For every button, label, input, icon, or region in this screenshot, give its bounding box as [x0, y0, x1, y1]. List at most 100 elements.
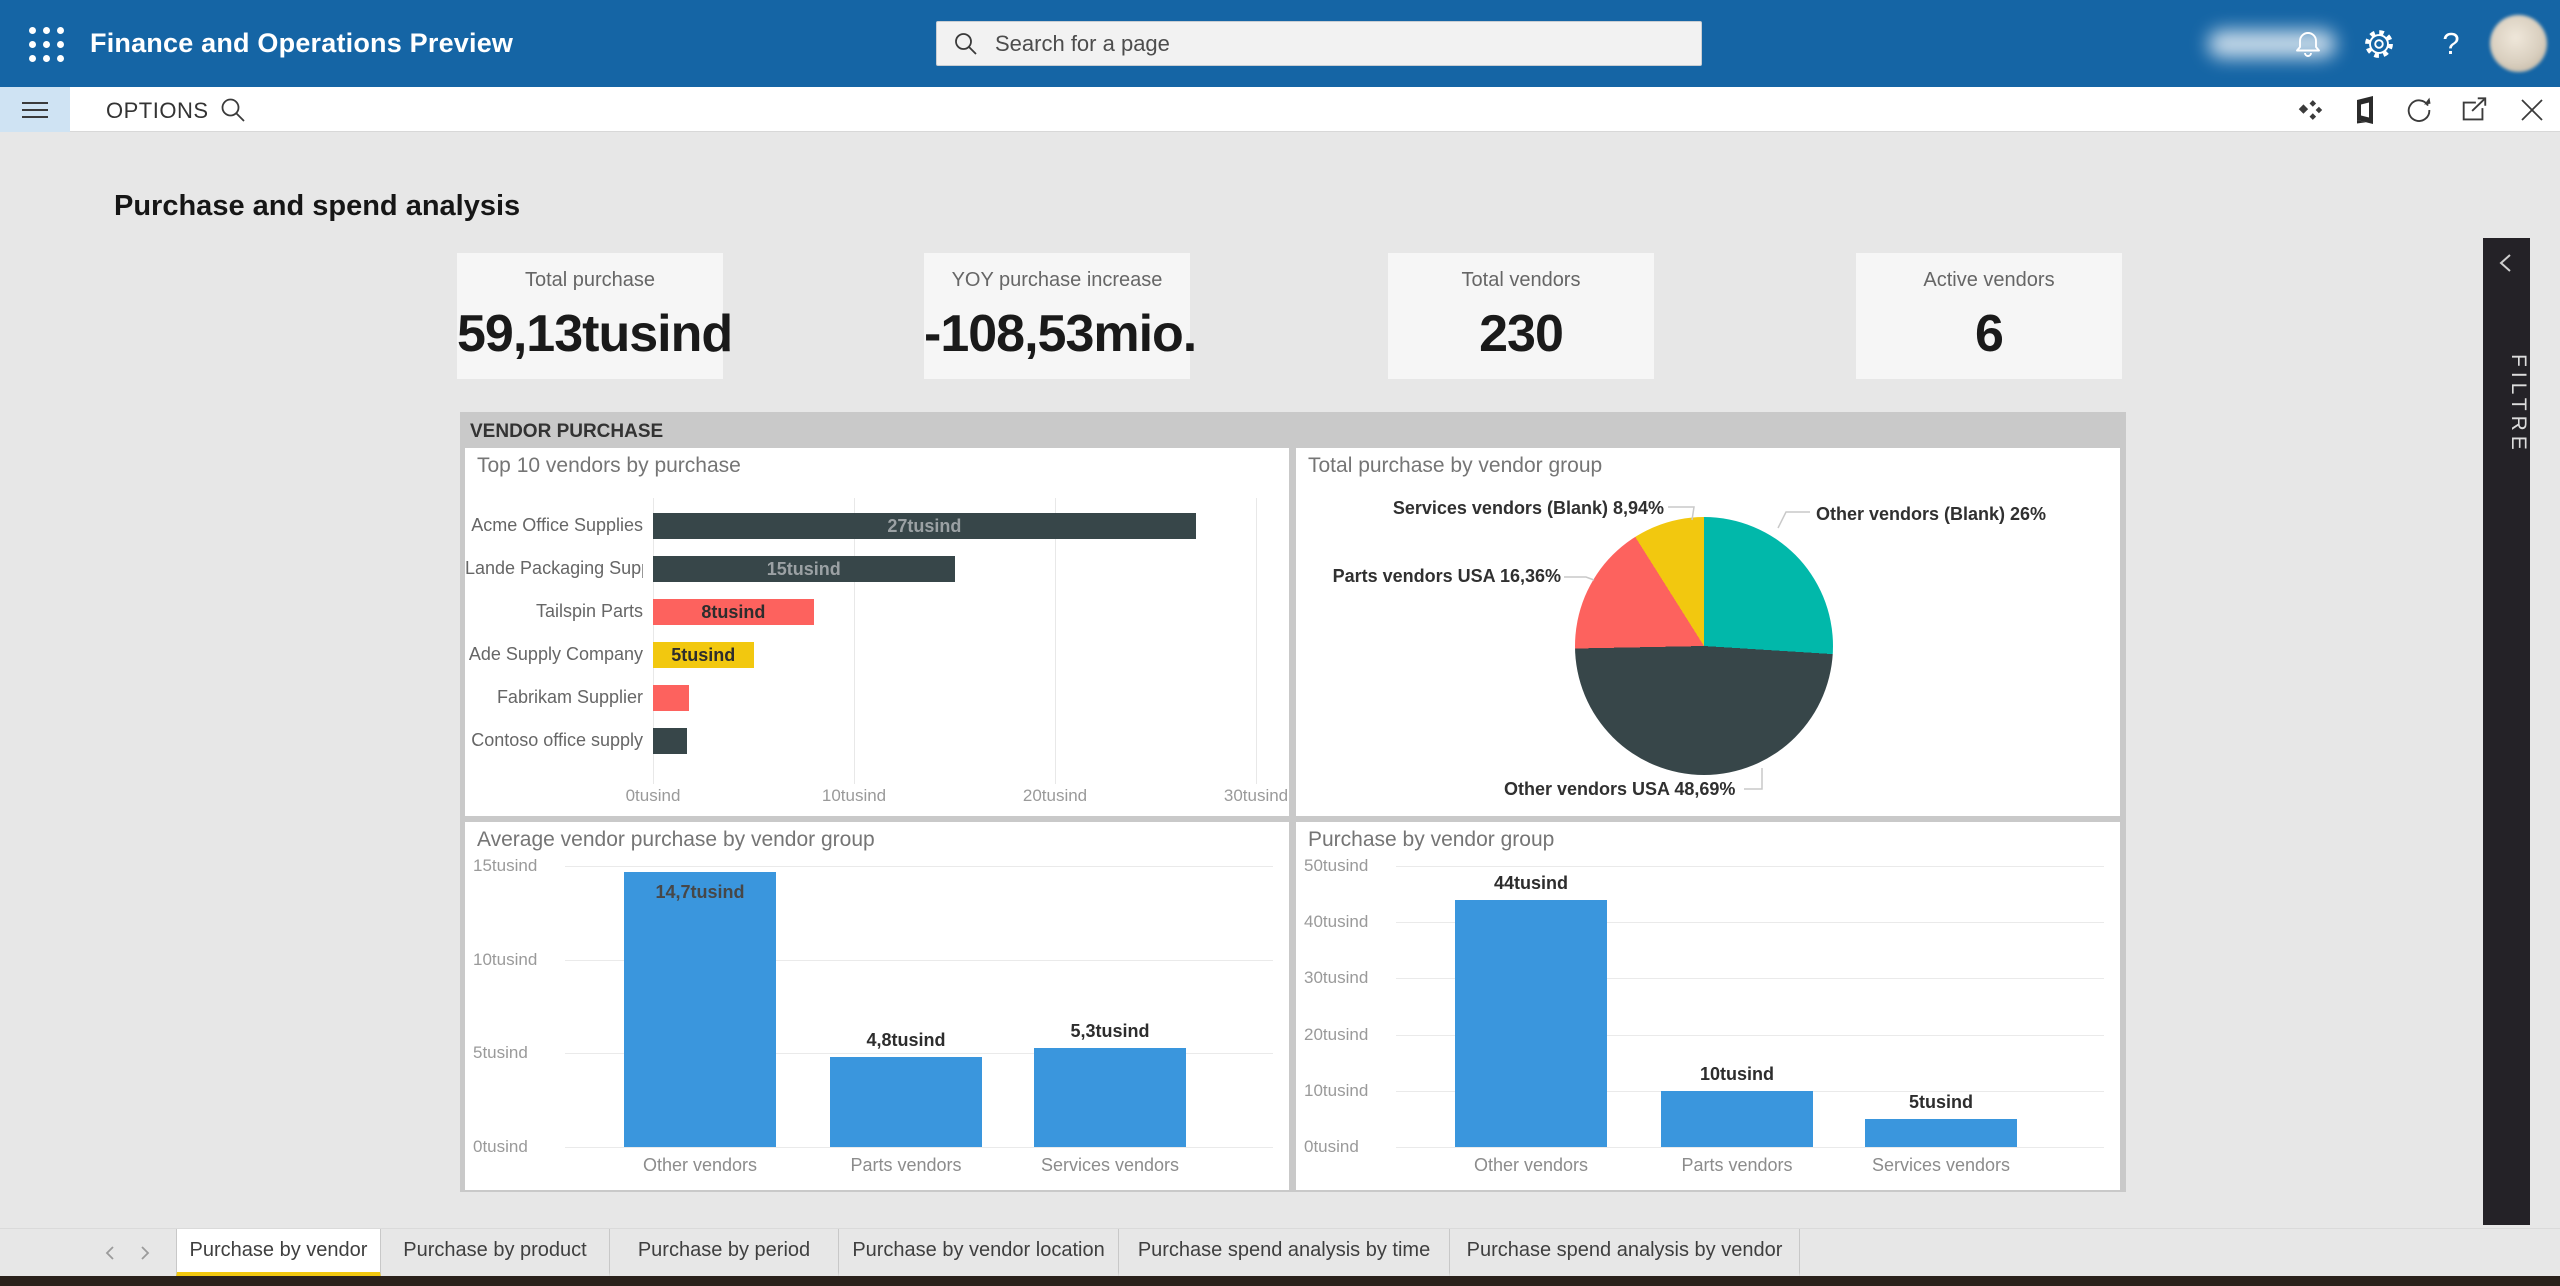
- bar-other-vendors[interactable]: [1455, 900, 1607, 1147]
- office-logo-icon: [2349, 94, 2379, 126]
- category-label: Other vendors: [1421, 1155, 1641, 1176]
- search-icon: [953, 31, 979, 57]
- tab-strip: Purchase by vendorPurchase by productPur…: [176, 1229, 1800, 1277]
- chart-total-purchase-by-vendor-group: Total purchase by vendor group Other ven…: [1296, 448, 2120, 816]
- refresh-button[interactable]: [2398, 90, 2440, 130]
- x-axis-tick: 30tusind: [1196, 786, 1289, 806]
- kpi-value: 6: [1856, 304, 2122, 364]
- y-axis-tick: 20tusind: [1304, 1025, 1394, 1045]
- pie-label-other-vendors-blank-26-: Other vendors (Blank) 26%: [1816, 504, 2046, 525]
- chart-top10-vendors: Top 10 vendors by purchase 0tusind10tusi…: [465, 448, 1289, 816]
- x-axis-tick: 10tusind: [794, 786, 914, 806]
- options-menu[interactable]: OPTIONS: [100, 87, 215, 132]
- kpi-card-total-vendors[interactable]: Total vendors 230: [1388, 253, 1654, 379]
- y-axis-tick: 50tusind: [1304, 856, 1394, 876]
- pie-chart[interactable]: [1575, 517, 1833, 775]
- kpi-value: -108,53mio.: [924, 304, 1190, 364]
- open-in-new-window-button[interactable]: [2453, 90, 2495, 130]
- pie-label-other-vendors-usa-48-69-: Other vendors USA 48,69%: [1504, 779, 1735, 800]
- chevron-left-icon: [103, 1244, 117, 1262]
- refresh-icon: [2404, 94, 2434, 126]
- bar-parts-vendors[interactable]: [1661, 1091, 1813, 1147]
- app-launcher-button[interactable]: [16, 14, 76, 74]
- command-search-button[interactable]: [212, 90, 254, 130]
- category-label: Parts vendors: [796, 1155, 1016, 1176]
- kpi-label: Active vendors: [1856, 269, 2122, 292]
- chart-plot: 0tusind5tusind10tusind15tusind14,7tusind…: [465, 822, 1289, 1190]
- bar-fabrikam-supplier[interactable]: [653, 685, 689, 711]
- bar-other-vendors[interactable]: [624, 872, 776, 1147]
- bar-value-label: 5tusind: [653, 645, 754, 666]
- settings-button[interactable]: [2356, 21, 2402, 67]
- close-button[interactable]: [2511, 90, 2553, 130]
- y-axis-tick: 10tusind: [1304, 1081, 1394, 1101]
- bar-value-label: 27tusind: [653, 516, 1196, 537]
- bar-value-label: 4,8tusind: [806, 1030, 1006, 1051]
- tab-purchase-by-period[interactable]: Purchase by period: [610, 1229, 839, 1277]
- gridline: [1396, 866, 2104, 867]
- command-bar: OPTIONS: [0, 87, 2560, 132]
- category-label: Fabrikam Supplier: [465, 687, 643, 708]
- office-app-button[interactable]: [2343, 90, 2385, 130]
- toolbar-search-icon: [219, 96, 247, 124]
- bar-services-vendors[interactable]: [1865, 1119, 2017, 1147]
- tab-purchase-by-vendor[interactable]: Purchase by vendor: [176, 1229, 381, 1277]
- chart-plot: Other vendors (Blank) 26% Other vendors U…: [1296, 448, 2120, 816]
- bar-parts-vendors[interactable]: [830, 1057, 982, 1147]
- category-label: Services vendors: [1831, 1155, 2051, 1176]
- bar-value-label: 14,7tusind: [600, 882, 800, 903]
- section-title: VENDOR PURCHASE: [470, 421, 663, 443]
- popout-icon: [2459, 94, 2489, 126]
- vendor-purchase-section: VENDOR PURCHASE Top 10 vendors by purcha…: [460, 412, 2126, 1192]
- chevron-right-icon: [138, 1244, 152, 1262]
- question-mark-icon: ?: [2442, 26, 2459, 62]
- bar-value-label: 5,3tusind: [1010, 1021, 1210, 1042]
- chart-purchase-by-vendor-group: Purchase by vendor group 0tusind10tusind…: [1296, 822, 2120, 1190]
- kpi-label: Total vendors: [1388, 269, 1654, 292]
- search-input[interactable]: [993, 30, 1597, 58]
- kpi-value: 59,13tusind: [457, 304, 723, 364]
- bar-contoso-office-supply[interactable]: [653, 728, 687, 754]
- kpi-card-yoy-purchase-increase[interactable]: YOY purchase increase -108,53mio.: [924, 253, 1190, 379]
- bar-services-vendors[interactable]: [1034, 1048, 1186, 1147]
- insights-button[interactable]: [2289, 90, 2331, 130]
- bar-value-label: 8tusind: [653, 602, 814, 623]
- tab-scroll-right-button[interactable]: [138, 1244, 152, 1265]
- filter-pane-toggle[interactable]: FILTRE: [2483, 238, 2530, 1225]
- app-bar: Finance and Operations Preview ?: [0, 0, 2560, 87]
- chart-plot: 0tusind10tusind20tusind30tusind40tusind5…: [1296, 822, 2120, 1190]
- user-avatar[interactable]: [2490, 15, 2547, 72]
- tab-purchase-spend-analysis-by-vendor[interactable]: Purchase spend analysis by vendor: [1450, 1229, 1800, 1277]
- tab-purchase-spend-analysis-by-time[interactable]: Purchase spend analysis by time: [1119, 1229, 1450, 1277]
- y-axis-tick: 0tusind: [1304, 1137, 1394, 1157]
- page-title: Purchase and spend analysis: [114, 190, 520, 223]
- gear-icon: [2362, 26, 2396, 62]
- chart-plot: 0tusind10tusind20tusind30tusindAcme Offi…: [465, 448, 1289, 816]
- pie-label-parts-vendors-usa-16-36-: Parts vendors USA 16,36%: [1333, 566, 1561, 587]
- tab-scroll-left-button[interactable]: [103, 1244, 117, 1265]
- page-search-box[interactable]: [936, 21, 1702, 66]
- bottom-dark-strip: [0, 1276, 2560, 1286]
- hamburger-icon: [22, 102, 48, 118]
- category-label: Other vendors: [590, 1155, 810, 1176]
- kpi-card-active-vendors[interactable]: Active vendors 6: [1856, 253, 2122, 379]
- kpi-card-total-purchase[interactable]: Total purchase 59,13tusind: [457, 253, 723, 379]
- y-axis-tick: 30tusind: [1304, 968, 1394, 988]
- category-label: Contoso office supply: [465, 730, 643, 751]
- bell-icon: [2291, 27, 2325, 61]
- gridline: [1396, 1147, 2104, 1148]
- tab-purchase-by-product[interactable]: Purchase by product: [381, 1229, 610, 1277]
- navigation-menu-button[interactable]: [0, 87, 70, 132]
- bar-value-label: 44tusind: [1431, 873, 1631, 894]
- category-label: Services vendors: [1000, 1155, 1220, 1176]
- help-button[interactable]: ?: [2428, 21, 2474, 67]
- chart-average-vendor-purchase: Average vendor purchase by vendor group …: [465, 822, 1289, 1190]
- y-axis-tick: 0tusind: [473, 1137, 563, 1157]
- category-label: Lande Packaging Supplies: [465, 558, 643, 579]
- kpi-value: 230: [1388, 304, 1654, 364]
- notifications-button[interactable]: [2285, 21, 2331, 67]
- gridline: [1055, 498, 1056, 784]
- category-label: Tailspin Parts: [465, 601, 643, 622]
- tab-purchase-by-vendor-location[interactable]: Purchase by vendor location: [839, 1229, 1119, 1277]
- waffle-icon: [29, 27, 64, 62]
